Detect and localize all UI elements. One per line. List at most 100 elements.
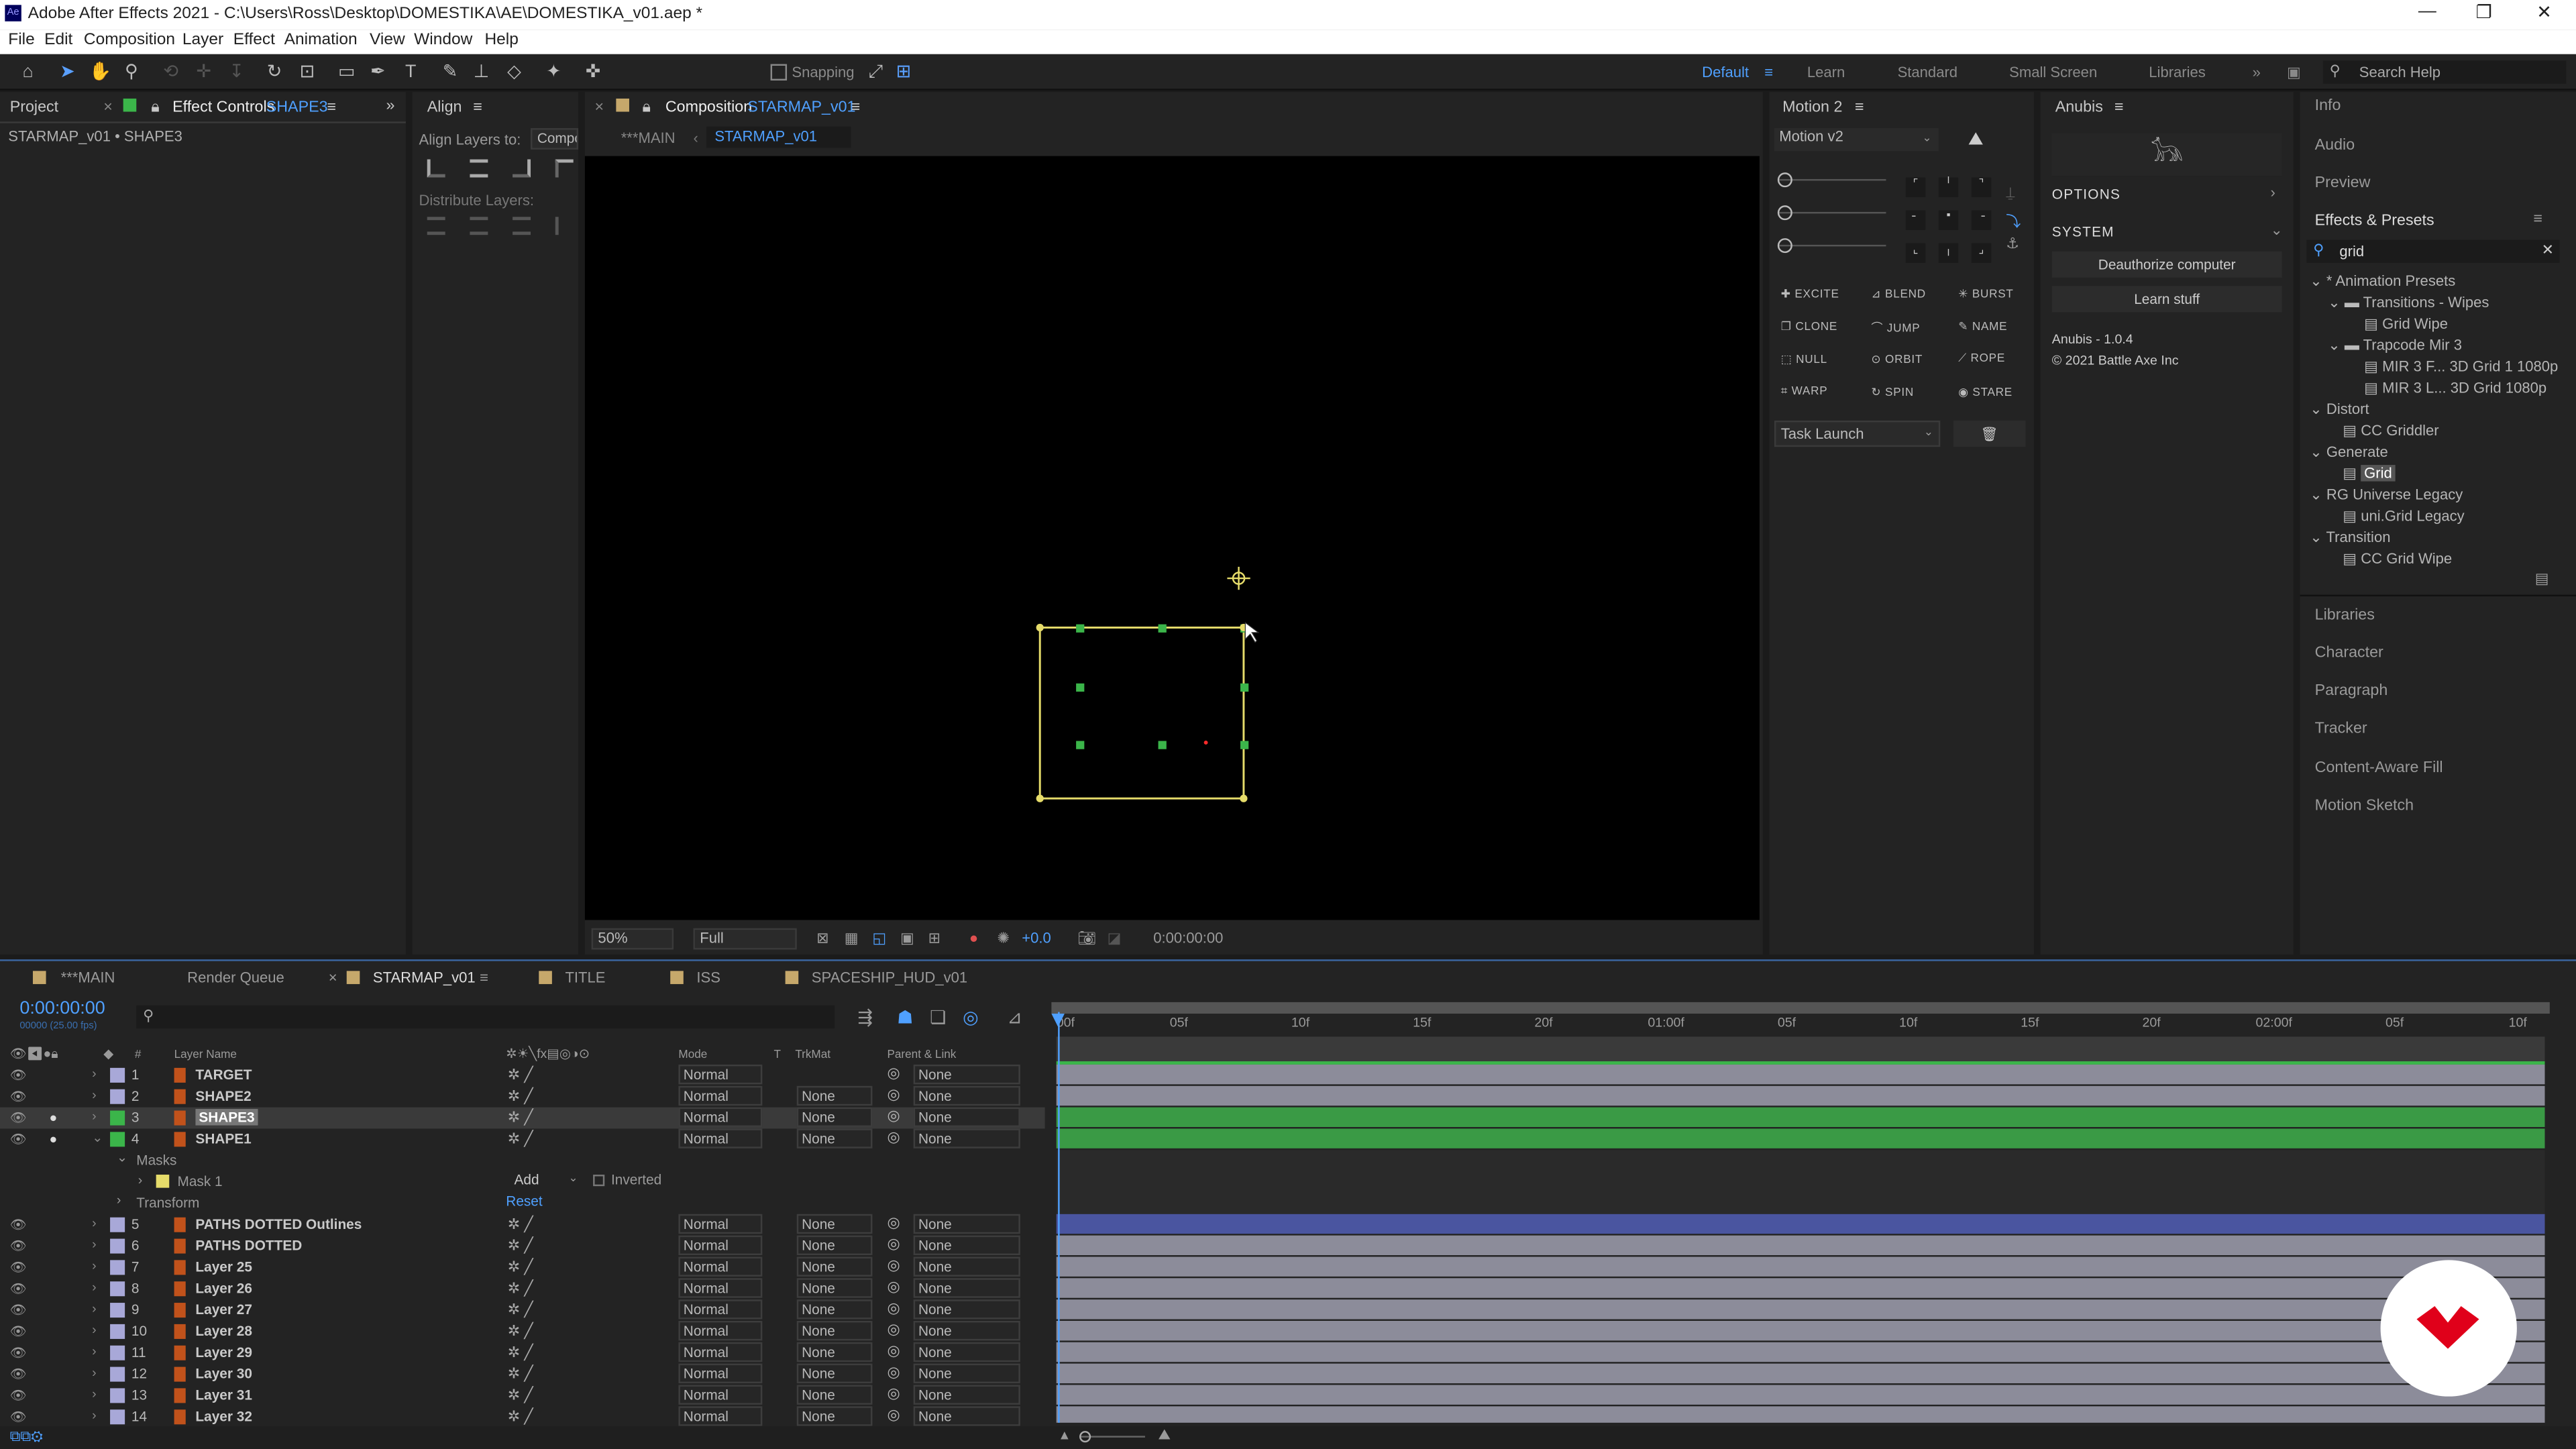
layer-row[interactable]: 👁︎ › 12 Layer 30 ✲ ╱ Normal None ◎ None: [0, 1363, 1045, 1385]
shape-layer-bounding-box[interactable]: [585, 156, 1760, 920]
tree-grid[interactable]: ▤ Grid: [2343, 465, 2396, 483]
snap-grid-icon[interactable]: ⊞: [892, 61, 915, 84]
visibility-eye-icon[interactable]: 👁︎: [10, 1132, 27, 1146]
rectangle-tool-icon[interactable]: ▭: [335, 61, 358, 84]
warp-button[interactable]: ⌗ WARP: [1781, 386, 1828, 400]
transform-expand-icon[interactable]: ›: [117, 1193, 121, 1208]
parent-dropdown[interactable]: None: [913, 1406, 1020, 1426]
slider-handle-3[interactable]: [1777, 238, 1792, 254]
visibility-eye-icon[interactable]: 👁︎: [10, 1324, 27, 1339]
masks-group[interactable]: Masks: [136, 1152, 176, 1168]
options-header[interactable]: OPTIONS: [2052, 186, 2121, 202]
tab-menu-icon[interactable]: ≡: [480, 969, 488, 985]
tree-transitions-wipes[interactable]: ⌄ ▬ Transitions - Wipes: [2328, 294, 2489, 312]
label-color-swatch[interactable]: [110, 1409, 125, 1425]
anchor-icon[interactable]: ⚓︎: [2006, 235, 2019, 253]
info-panel-tab[interactable]: Info: [2315, 97, 2341, 115]
parent-dropdown[interactable]: None: [913, 1085, 1020, 1106]
clear-search-icon[interactable]: ✕: [2542, 241, 2554, 260]
label-color-swatch[interactable]: [110, 1217, 125, 1232]
visibility-eye-icon[interactable]: 👁︎: [10, 1089, 27, 1104]
comp-nav-current-box[interactable]: STARMAP_v01: [706, 126, 851, 148]
workspace-default[interactable]: Default: [1702, 64, 1749, 80]
magnification-dropdown[interactable]: 50%: [591, 928, 674, 950]
comp-viewer[interactable]: [584, 156, 1760, 920]
panel-menu-icon[interactable]: ≡: [327, 99, 336, 128]
switches-icons[interactable]: ✲ ╱: [508, 1408, 533, 1426]
mask-mode-dropdown[interactable]: Add: [515, 1171, 539, 1187]
layer-row[interactable]: 👁︎ › 2 SHAPE2 ✲ ╱ Normal None ◎ None: [0, 1085, 1045, 1108]
layer-name[interactable]: PATHS DOTTED: [195, 1237, 302, 1253]
layer-search-field[interactable]: ⚲: [136, 1005, 835, 1029]
visibility-eye-icon[interactable]: 👁︎: [10, 1367, 27, 1382]
parent-dropdown[interactable]: None: [913, 1256, 1020, 1277]
track-matte-dropdown[interactable]: None: [796, 1214, 873, 1234]
comp-mini-flowchart-icon[interactable]: ⇶: [857, 1007, 873, 1028]
pick-whip-icon[interactable]: ◎: [887, 1342, 900, 1360]
tree-mir-l-grid[interactable]: ▤ MIR 3 L... 3D Grid 1080p: [2364, 380, 2546, 398]
track-matte-dropdown[interactable]: None: [796, 1085, 873, 1106]
expand-chevron-icon[interactable]: ›: [92, 1258, 97, 1273]
tree-distort[interactable]: ⌄ Distort: [2310, 401, 2369, 419]
blend-mode-dropdown[interactable]: Normal: [678, 1342, 763, 1362]
align-to-dropdown[interactable]: Compo: [531, 128, 579, 150]
region-of-interest-icon[interactable]: ▣: [900, 930, 914, 948]
rotate-tool-icon[interactable]: ↻: [263, 61, 286, 84]
tab-project[interactable]: Project: [10, 99, 58, 128]
eraser-tool-icon[interactable]: ◇: [502, 61, 525, 84]
pick-whip-icon[interactable]: ◎: [887, 1385, 900, 1403]
tree-mir-f-grid[interactable]: ▤ MIR 3 F... 3D Grid 1 1080p: [2364, 358, 2558, 376]
spin-button[interactable]: ↻ SPIN: [1871, 386, 1914, 399]
resolution-dropdown[interactable]: Full: [693, 928, 797, 950]
menu-file[interactable]: File: [8, 32, 34, 50]
playhead[interactable]: [1058, 1012, 1060, 1423]
track-matte-dropdown[interactable]: None: [796, 1256, 873, 1277]
menu-help[interactable]: Help: [484, 32, 518, 50]
track-matte-dropdown[interactable]: None: [796, 1406, 873, 1426]
system-header[interactable]: SYSTEM: [2052, 223, 2114, 239]
layer-name[interactable]: SHAPE1: [195, 1130, 251, 1146]
workspace-overflow-icon[interactable]: »: [2253, 64, 2261, 80]
menu-layer[interactable]: Layer: [182, 32, 223, 50]
timecode-display[interactable]: 0:00:00:00: [19, 999, 105, 1018]
label-color-swatch[interactable]: [110, 1303, 125, 1318]
name-button[interactable]: ✎ NAME: [1958, 321, 2007, 333]
draft-3d-icon[interactable]: ☗: [897, 1007, 913, 1028]
menu-composition[interactable]: Composition: [84, 32, 175, 50]
distribute-bottom-icon[interactable]: [513, 217, 531, 235]
track-bar-1[interactable]: [1056, 1064, 2545, 1085]
layer-name[interactable]: PATHS DOTTED Outlines: [195, 1216, 362, 1232]
track-bar-8[interactable]: [1056, 1278, 2545, 1298]
switches-icons[interactable]: ✲ ╱: [508, 1365, 533, 1383]
mask1-name[interactable]: Mask 1: [177, 1173, 222, 1189]
track-matte-dropdown[interactable]: None: [796, 1107, 873, 1128]
pen-tool-icon[interactable]: ✒: [366, 61, 389, 84]
expand-chevron-icon[interactable]: ›: [92, 1322, 97, 1337]
brush-tool-icon[interactable]: ✎: [439, 61, 462, 84]
close-tab-icon[interactable]: ×: [103, 99, 113, 128]
snapping-checkbox[interactable]: [770, 64, 788, 81]
tree-rg-universe[interactable]: ⌄ RG Universe Legacy: [2310, 486, 2463, 504]
label-color-swatch[interactable]: [110, 1324, 125, 1339]
switches-icons[interactable]: ✲ ╱: [508, 1344, 533, 1362]
label-color-swatch[interactable]: [110, 1260, 125, 1275]
label-color-swatch[interactable]: [110, 1238, 125, 1254]
grid-guides-icon[interactable]: ⊞: [928, 930, 941, 948]
fast-preview-icon[interactable]: ⊠: [816, 930, 828, 948]
layer-name[interactable]: Layer 27: [195, 1301, 252, 1318]
stare-button[interactable]: ◉ STARE: [1958, 386, 2012, 399]
tree-generate[interactable]: ⌄ Generate: [2310, 443, 2388, 462]
expand-chevron-icon[interactable]: ›: [92, 1408, 97, 1423]
pick-whip-icon[interactable]: ◎: [887, 1214, 900, 1232]
tree-animation-presets[interactable]: ⌄ * Animation Presets: [2310, 273, 2455, 291]
parent-dropdown[interactable]: None: [913, 1363, 1020, 1384]
layer-name[interactable]: SHAPE3: [195, 1109, 258, 1126]
pick-whip-icon[interactable]: ◎: [887, 1278, 900, 1296]
tree-uni-grid[interactable]: ▤ uni.Grid Legacy: [2343, 508, 2464, 526]
time-ruler[interactable]: [1056, 1036, 2545, 1062]
audio-panel-tab[interactable]: Audio: [2315, 136, 2355, 154]
menu-edit[interactable]: Edit: [44, 32, 72, 50]
align-right-icon[interactable]: [513, 159, 531, 178]
expand-chevron-icon[interactable]: ›: [92, 1301, 97, 1316]
solo-dot-icon[interactable]: ●: [49, 1111, 57, 1126]
